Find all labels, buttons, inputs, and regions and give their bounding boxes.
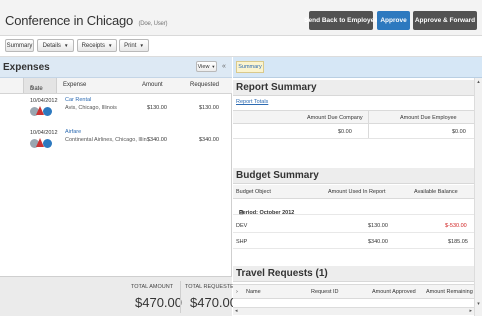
receipts-label: Receipts [81, 42, 105, 49]
chevron-down-icon: ▼ [139, 43, 144, 48]
total-requested-value: $470.00 [190, 295, 237, 310]
budget-summary-heading: Budget Summary [233, 168, 474, 184]
column-amount-approved: Amount Approved [372, 289, 416, 295]
column-budget-object: Budget Object [236, 189, 271, 195]
summary-pane: Summary Report Summary Report Totals Amo… [233, 57, 482, 316]
report-title: Conference in Chicago (Doe, User) [5, 13, 167, 28]
budget-summary-title: Budget Summary [236, 170, 319, 181]
report-totals-link[interactable]: Report Totals [236, 99, 268, 105]
report-toolbar: Summary Details ▼ Receipts ▼ Print ▼ [0, 36, 482, 57]
collapse-pane-icon[interactable]: « [219, 61, 229, 72]
budget-period-group[interactable]: ⊟ Period: October 2012 [233, 202, 474, 216]
details-menu-button[interactable]: Details ▼ [37, 39, 74, 52]
info-icon [43, 107, 52, 116]
expense-date: 10/04/2012 [30, 130, 58, 136]
expense-requested: $340.00 [199, 137, 219, 143]
view-menu-button[interactable]: View ▼ [196, 61, 217, 72]
amount-due-company-value: $0.00 [338, 129, 352, 135]
total-amount-label: TOTAL AMOUNT [131, 284, 174, 290]
column-requested[interactable]: Requested [190, 82, 219, 88]
sort-asc-icon: ˄ [30, 86, 34, 92]
column-amount-due-employee: Amount Due Employee [400, 115, 457, 121]
expenses-totals: TOTAL AMOUNT $470.00 TOTAL REQUESTED $47… [0, 276, 238, 316]
expense-amount: $340.00 [147, 137, 167, 143]
print-menu-button[interactable]: Print ▼ [119, 39, 149, 52]
expenses-header: Expenses View ▼ « [0, 57, 232, 78]
details-label: Details [42, 42, 61, 49]
expense-type-link[interactable]: Car Rental [65, 97, 91, 103]
print-label: Print [124, 42, 137, 49]
report-summary-columns: Amount Due Company Amount Due Employee [233, 110, 474, 124]
horizontal-scrollbar[interactable]: ◂ ▸ [233, 307, 474, 315]
expense-status-icons [30, 138, 54, 150]
column-available-balance: Available Balance [414, 189, 458, 195]
column-amount[interactable]: Amount [142, 82, 163, 88]
expense-row[interactable]: 10/04/2012 Airfare Continental Airlines,… [0, 127, 232, 156]
expense-amount: $130.00 [147, 105, 167, 111]
expense-description: Continental Airlines, Chicago, Illin [65, 137, 147, 143]
expenses-column-header: Date ˄ Expense Amount Requested [0, 78, 232, 94]
expenses-title: Expenses [3, 62, 50, 73]
budget-period-label: Period: October 2012 [239, 210, 295, 216]
budget-row: DEV $130.00 $-530.00 [233, 219, 474, 233]
column-amount-due-company: Amount Due Company [307, 115, 363, 121]
column-amount-remaining: Amount Remaining [426, 289, 473, 295]
totals-divider [180, 281, 181, 313]
summary-label: Summary [6, 42, 33, 49]
budget-object: SHP [236, 239, 248, 245]
chevron-down-icon: ▼ [63, 43, 69, 48]
expense-row[interactable]: 10/04/2012 Car Rental Avis, Chicago, Ill… [0, 95, 232, 124]
expense-description: Avis, Chicago, Illinois [65, 105, 117, 111]
column-amount-used: Amount Used In Report [328, 189, 386, 195]
scroll-left-icon[interactable]: ◂ [235, 308, 238, 314]
expense-requested: $130.00 [199, 105, 219, 111]
budget-available-balance: $185.05 [448, 239, 468, 245]
budget-available-balance: $-530.00 [445, 223, 467, 229]
travel-requests-title: Travel Requests (1) [236, 268, 328, 279]
expand-icon[interactable]: › [236, 289, 238, 295]
vertical-scrollbar[interactable]: ▴ ▾ [474, 78, 482, 316]
chevron-down-icon: ▼ [211, 64, 216, 69]
total-requested-label: TOTAL REQUESTED [185, 284, 238, 290]
amount-due-employee-value: $0.00 [452, 129, 466, 135]
view-label: View [197, 63, 210, 70]
report-summary-values: $0.00 $0.00 [233, 125, 474, 139]
expense-type-link[interactable]: Airfare [65, 129, 81, 135]
summary-tab-bar: Summary [233, 57, 482, 78]
send-back-button[interactable]: Send Back to Employee [304, 11, 378, 30]
scroll-right-icon[interactable]: ▸ [469, 308, 472, 314]
report-summary-heading: Report Summary [233, 80, 474, 96]
column-expense[interactable]: Expense [63, 82, 86, 88]
budget-amount-used: $130.00 [368, 223, 388, 229]
report-summary-title: Report Summary [236, 82, 317, 93]
expense-status-icons [30, 106, 54, 118]
budget-object: DEV [236, 223, 248, 229]
travel-requests-columns: › Name Request ID Amount Approved Amount… [233, 284, 474, 299]
budget-amount-used: $340.00 [368, 239, 388, 245]
summary-content: Report Summary Report Totals Amount Due … [233, 78, 474, 316]
expense-date: 10/04/2012 [30, 98, 58, 104]
scroll-down-icon[interactable]: ▾ [475, 300, 482, 308]
report-name: Conference in Chicago [5, 13, 134, 28]
tab-summary[interactable]: Summary [236, 61, 264, 73]
scroll-up-icon[interactable]: ▴ [475, 78, 482, 86]
total-amount-value: $470.00 [135, 295, 182, 310]
report-header: Conference in Chicago (Doe, User) Send B… [0, 0, 482, 36]
info-icon [43, 139, 52, 148]
summary-button[interactable]: Summary [5, 39, 34, 52]
chevron-down-icon: ▼ [107, 43, 113, 48]
expenses-pane: Expenses View ▼ « Date ˄ Expense Amount R… [0, 57, 238, 316]
approve-button[interactable]: Approve [377, 11, 410, 30]
receipts-menu-button[interactable]: Receipts ▼ [77, 39, 117, 52]
budget-row: SHP $340.00 $185.05 [233, 235, 474, 249]
report-employee: (Doe, User) [138, 21, 168, 27]
budget-summary-columns: Budget Object Amount Used In Report Avai… [233, 185, 474, 199]
approve-forward-button[interactable]: Approve & Forward [413, 11, 477, 30]
column-name: Name [246, 289, 261, 295]
travel-requests-heading: Travel Requests (1) [233, 266, 474, 282]
column-request-id: Request ID [311, 289, 339, 295]
